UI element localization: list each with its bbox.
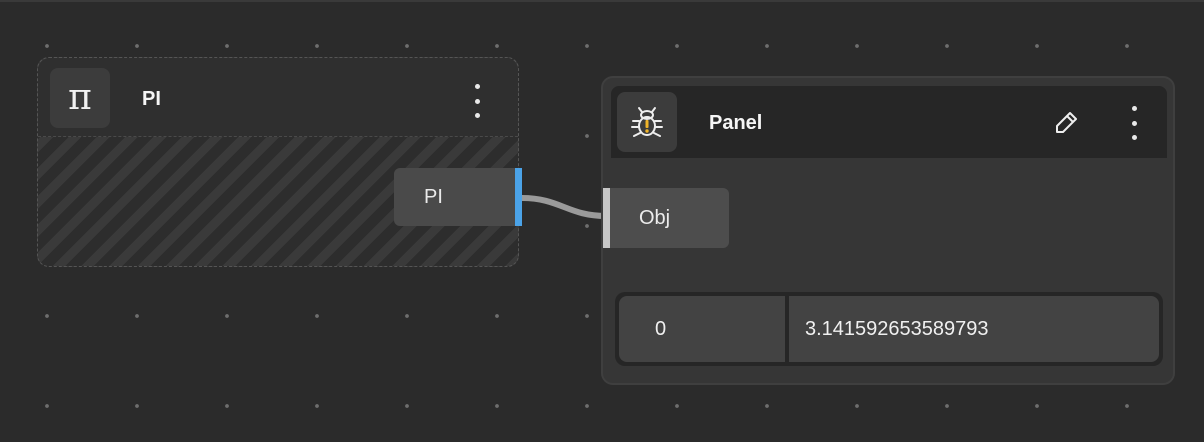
panel-node[interactable]: Panel Obj 0 3.141592653589793 — [601, 76, 1175, 385]
panel-node-menu-icon[interactable] — [1122, 106, 1146, 140]
pi-output-port-handle[interactable] — [515, 168, 522, 226]
panel-row-index: 0 — [619, 296, 785, 362]
panel-input-port-label: Obj — [639, 207, 671, 229]
pi-node-header[interactable]: π PI — [38, 58, 518, 137]
pi-icon-glyph: π — [68, 77, 92, 118]
pi-output-port[interactable]: PI — [394, 168, 516, 226]
panel-value-list: 0 3.141592653589793 — [615, 292, 1163, 366]
pi-node[interactable]: π PI PI — [37, 57, 522, 267]
pi-icon: π — [50, 68, 110, 128]
panel-input-port-handle[interactable] — [603, 188, 610, 248]
pi-output-port-label: PI — [424, 185, 443, 208]
bug-warning-icon — [617, 92, 677, 152]
pi-node-menu-icon[interactable] — [465, 84, 489, 118]
canvas-top-border — [0, 0, 1204, 2]
panel-node-header[interactable]: Panel — [611, 86, 1167, 158]
edit-pencil-icon[interactable] — [1051, 108, 1081, 138]
panel-node-title: Panel — [709, 112, 763, 134]
panel-row-value[interactable]: 3.141592653589793 — [789, 296, 1159, 362]
panel-input-port[interactable]: Obj — [603, 188, 729, 248]
pi-node-title: PI — [142, 88, 161, 110]
